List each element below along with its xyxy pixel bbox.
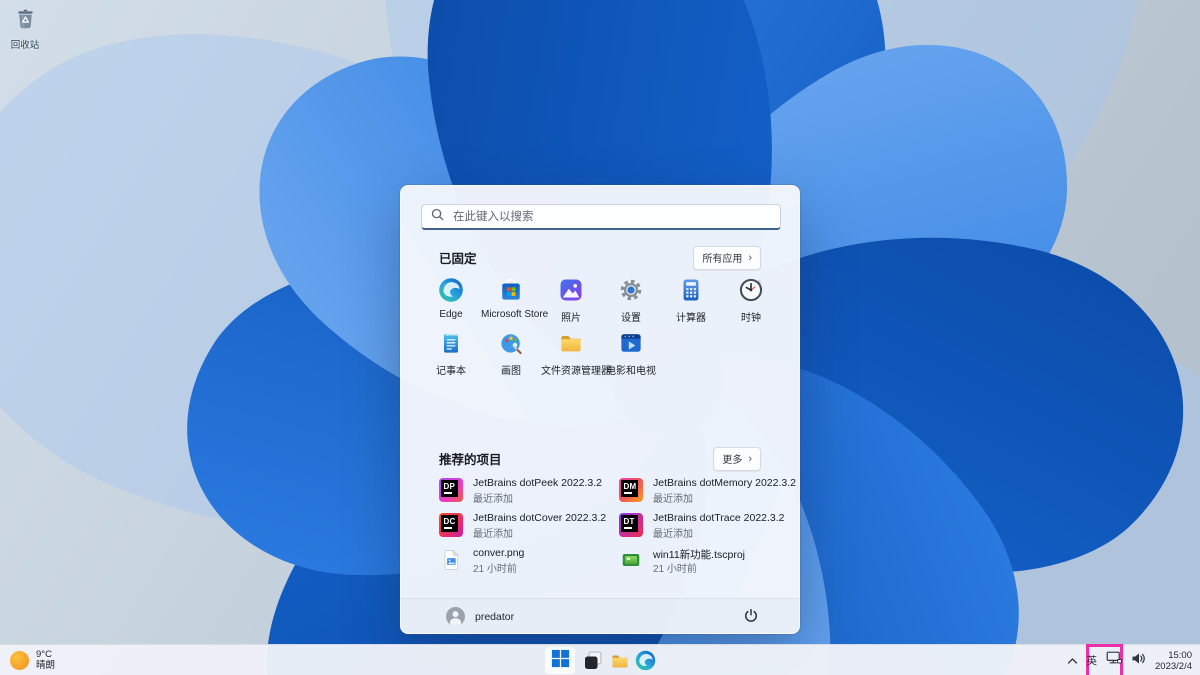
all-apps-label: 所有应用	[702, 254, 743, 265]
recommended-item-title: JetBrains dotCover 2022.3.2	[473, 512, 607, 524]
recommended-item-conver-png[interactable]: conver.png 21 小时前	[439, 547, 617, 577]
windows-logo-icon	[551, 649, 570, 673]
search-box[interactable]	[421, 204, 781, 230]
tray-time: 15:00	[1168, 649, 1192, 661]
start-menu-footer: predator	[401, 598, 799, 633]
volume-icon[interactable]	[1131, 652, 1146, 670]
start-menu: 已固定 所有应用 › Edge	[399, 184, 801, 635]
recommended-item-subtitle: 最近添加	[473, 529, 513, 540]
edge-icon	[437, 276, 465, 304]
dotpeek-icon: DP	[439, 478, 463, 502]
pinned-section-title: 已固定	[439, 252, 477, 266]
folder-icon	[609, 655, 631, 675]
recommended-item-dottrace[interactable]: DT JetBrains dotTrace 2022.3.2 最近添加	[619, 512, 797, 542]
pinned-app-label: 照片	[561, 313, 581, 324]
weather-widget[interactable]: 9°C 晴朗	[10, 649, 55, 671]
pinned-app-microsoft-store[interactable]: Microsoft Store	[481, 276, 549, 320]
clock-date-widget[interactable]: 15:00 2023/2/4	[1155, 650, 1192, 672]
sun-icon	[10, 650, 29, 670]
task-view-button[interactable]	[582, 649, 604, 675]
file-explorer-button[interactable]	[609, 650, 631, 675]
weather-temp: 9°C	[36, 649, 52, 660]
tray-date: 2023/2/4	[1155, 660, 1192, 672]
recommended-item-dotmemory[interactable]: DM JetBrains dotMemory 2022.3.2 最近添加	[619, 477, 797, 507]
task-view-icon	[582, 651, 604, 675]
pinned-app-label: 画图	[501, 366, 521, 377]
settings-gear-icon	[617, 276, 645, 304]
recommended-item-title: JetBrains dotTrace 2022.3.2	[653, 512, 785, 524]
pinned-app-clock[interactable]: 时钟	[721, 276, 781, 324]
dotmemory-icon: DM	[619, 478, 643, 502]
desktop: 回收站 已固定 所有应用 › Edge	[0, 0, 1200, 675]
pinned-app-label: 计算器	[676, 313, 706, 324]
taskbar: 9°C 晴朗 英 15:00 2023/2/4	[0, 644, 1200, 675]
pinned-app-label: 时钟	[741, 313, 761, 324]
paint-palette-icon	[497, 329, 525, 357]
pinned-app-edge[interactable]: Edge	[421, 276, 481, 320]
recommended-item-subtitle: 最近添加	[653, 494, 693, 505]
recommended-item-subtitle: 最近添加	[473, 494, 513, 505]
weather-condition: 晴朗	[36, 660, 56, 671]
recommended-item-title: JetBrains dotPeek 2022.3.2	[473, 477, 603, 489]
pinned-app-movies-tv[interactable]: 电影和电视	[601, 329, 661, 377]
recommended-item-subtitle: 21 小时前	[653, 564, 697, 575]
pinned-app-file-explorer[interactable]: 文件资源管理器	[541, 329, 611, 377]
dottrace-icon: DT	[619, 513, 643, 537]
power-button[interactable]	[743, 608, 761, 626]
edge-button[interactable]	[634, 649, 657, 675]
recycle-bin-shortcut[interactable]: 回收站	[8, 6, 42, 51]
recommended-item-subtitle: 21 小时前	[473, 564, 517, 575]
system-tray: 英 15:00 2023/2/4	[1067, 645, 1200, 675]
tscproj-file-icon	[619, 548, 643, 572]
pinned-app-label: Microsoft Store	[481, 309, 549, 320]
user-profile-button[interactable]: predator	[446, 607, 514, 626]
edge-icon	[634, 650, 657, 675]
recommended-item-tscproj[interactable]: win11新功能.tscproj 21 小时前	[619, 547, 797, 577]
pinned-app-calculator[interactable]: 计算器	[661, 276, 721, 324]
all-apps-button[interactable]: 所有应用 ›	[693, 246, 761, 270]
clock-icon	[737, 276, 765, 304]
tray-chevron-up-icon[interactable]	[1067, 652, 1078, 670]
ime-indicator[interactable]: 英	[1087, 653, 1098, 668]
photos-icon	[557, 276, 585, 304]
calculator-icon	[677, 276, 705, 304]
user-avatar	[446, 607, 465, 626]
notepad-icon	[437, 329, 465, 357]
pinned-app-photos[interactable]: 照片	[541, 276, 601, 324]
pinned-app-label: 电影和电视	[606, 366, 656, 377]
pinned-app-settings[interactable]: 设置	[601, 276, 661, 324]
pinned-app-label: 文件资源管理器	[541, 366, 611, 377]
more-button[interactable]: 更多 ›	[713, 447, 761, 471]
network-icon[interactable]	[1106, 651, 1123, 670]
recommended-item-dotpeek[interactable]: DP JetBrains dotPeek 2022.3.2 最近添加	[439, 477, 617, 507]
recommended-item-title: JetBrains dotMemory 2022.3.2	[653, 477, 796, 489]
recommended-section-title: 推荐的项目	[439, 453, 502, 467]
recommended-item-subtitle: 最近添加	[653, 529, 693, 540]
pinned-app-label: 设置	[621, 313, 641, 324]
pinned-app-notepad[interactable]: 记事本	[421, 329, 481, 377]
movies-tv-icon	[617, 329, 645, 357]
recycle-bin-label: 回收站	[10, 40, 40, 51]
recycle-bin-icon	[13, 9, 38, 35]
file-explorer-folder-icon	[557, 329, 585, 357]
more-label: 更多	[722, 455, 743, 466]
username-label: predator	[475, 610, 515, 623]
microsoft-store-icon	[497, 276, 525, 304]
recommended-item-dotcover[interactable]: DC JetBrains dotCover 2022.3.2 最近添加	[439, 512, 617, 542]
pinned-app-label: Edge	[439, 309, 463, 320]
pinned-app-paint[interactable]: 画图	[481, 329, 541, 377]
search-input[interactable]	[451, 209, 771, 224]
recommended-item-title: conver.png	[473, 547, 525, 559]
search-icon	[431, 208, 444, 226]
chevron-right-icon: ›	[748, 251, 752, 264]
start-button[interactable]	[545, 644, 1123, 675]
dotcover-icon: DC	[439, 513, 463, 537]
chevron-right-icon: ›	[748, 452, 752, 465]
image-file-icon	[439, 548, 463, 572]
pinned-app-label: 记事本	[436, 366, 466, 377]
